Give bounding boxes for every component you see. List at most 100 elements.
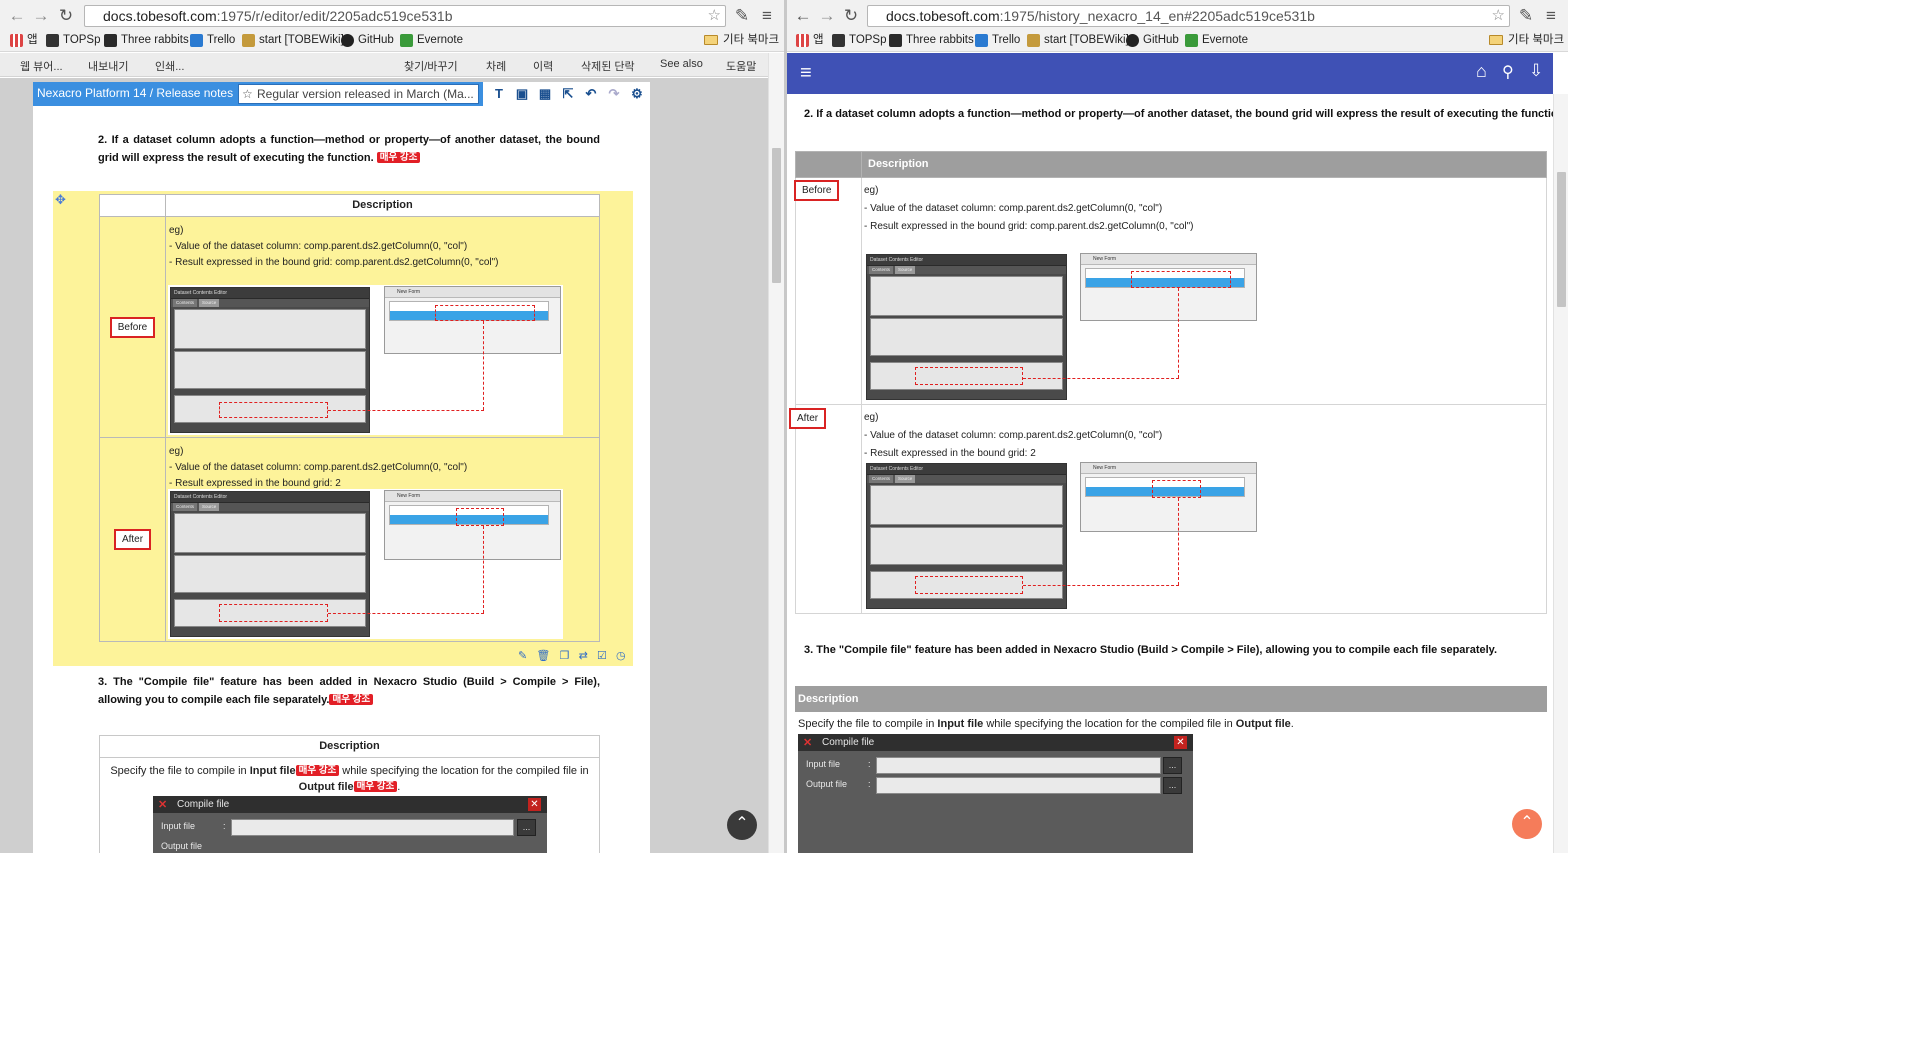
nf-title: New Form [385,491,560,502]
de-tab: Contents [173,299,198,307]
right-address-bar[interactable]: docs.tobesoft.com:1975/history_nexacro_1… [867,5,1510,27]
check-icon[interactable]: ☑ [597,650,607,662]
cf-title: Compile file [822,737,875,748]
after-label: After [113,529,152,550]
move-handle-icon[interactable]: ✥ [55,192,66,208]
table-icon[interactable]: ▦ [537,86,553,102]
scroll-top-button[interactable]: ⌃ [727,810,757,840]
right-scroll-thumb[interactable] [1557,172,1566,307]
bookmark-apps[interactable]: 앱 [10,31,38,49]
bookmark-label: Trello [992,34,1021,46]
left-scroll-thumb[interactable] [772,148,781,283]
cf-input-field [876,757,1161,774]
move-icon[interactable]: ⇄ [579,650,588,662]
bookmark-topsp[interactable]: TOPSp [832,31,887,49]
de-tab: Contents [869,266,894,274]
cf-input-row: Input file : ... [798,757,1193,775]
download-icon[interactable]: ⇩ [1529,61,1543,81]
bookmark-three-rabbits[interactable]: Three rabbits [104,31,189,49]
back-icon[interactable]: ← [794,6,812,26]
home-icon[interactable]: ⌂ [1476,61,1487,82]
menu-history[interactable]: 이력 [533,58,553,74]
left-address-bar[interactable]: docs.tobesoft.com:1975/r/editor/edit/220… [84,5,726,27]
annotation-box [219,604,328,622]
bookmark-evernote[interactable]: Evernote [1185,31,1248,49]
bookmark-label: GitHub [1143,34,1179,46]
desc-text: Specify the file to compile in [798,718,935,730]
eg-line: eg) [864,185,879,196]
bookmark-three-rabbits[interactable]: Three rabbits [889,31,974,49]
annotation-line [1178,288,1179,378]
item-number: 3. [804,644,814,656]
bookmark-other[interactable]: 기타 북마크 [704,31,779,49]
bookmark-trello[interactable]: Trello [190,31,235,49]
settings-gear-icon[interactable]: ⚙ [629,86,645,102]
forward-icon[interactable]: → [818,6,836,26]
extension-icon[interactable]: ✎ [1517,6,1535,26]
text-format-icon[interactable]: T [491,86,507,102]
bookmark-evernote[interactable]: Evernote [400,31,463,49]
edit-pencil-icon[interactable]: ✎ [518,650,527,662]
item-3-paragraph: 3. The "Compile file" feature has been a… [804,641,1549,659]
extension-icon[interactable]: ✎ [733,6,751,26]
copy-icon[interactable]: ❐ [560,650,570,662]
bookmark-star-icon[interactable]: ☆ [708,6,721,26]
cf-title-bar: ✕ Compile file ✕ [798,734,1193,751]
annotation-line [483,321,484,410]
editor-title-bar: Nexacro Platform 14 / Release notes ☆ Re… [33,82,650,106]
bookmark-star-icon[interactable]: ☆ [1492,6,1505,26]
history-clock-icon[interactable]: ◷ [616,650,626,662]
reload-icon[interactable]: ↻ [57,6,75,26]
scroll-top-button[interactable]: ⌃ [1512,809,1542,839]
bookmark-github[interactable]: GitHub [1126,31,1179,49]
back-icon[interactable]: ← [8,6,26,26]
bookmark-apps[interactable]: 앱 [796,31,824,49]
redo-icon[interactable]: ↷ [606,86,622,102]
image-icon[interactable]: ▣ [514,86,530,102]
search-icon[interactable]: ⚲ [1502,62,1514,82]
chrome-menu-icon[interactable]: ≡ [758,6,776,26]
hamburger-menu-icon[interactable]: ≡ [800,62,812,85]
cf-colon: : [868,779,871,789]
emphasis-badge: 매우 강조 [329,694,374,705]
undo-icon[interactable]: ↶ [583,86,599,102]
menu-web-viewer[interactable]: 웹 뷰어... [20,58,63,74]
bookmark-topsp[interactable]: TOPSp [46,31,101,49]
before-cell [795,177,862,405]
bookmark-label: start [TOBEWiki] [1044,34,1129,46]
cf-title-bar: ✕ Compile file ✕ [153,796,547,813]
bookmark-trello[interactable]: Trello [975,31,1020,49]
left-scrollbar[interactable] [768,53,784,853]
cf-output-row: Output file : ... [798,777,1193,795]
bookmark-label: start [TOBEWiki] [259,34,344,46]
bookmark-tobewiki[interactable]: start [TOBEWiki] [1027,31,1129,49]
eg-line: eg) [169,225,184,236]
chrome-menu-icon[interactable]: ≡ [1542,6,1560,26]
bookmark-github[interactable]: GitHub [341,31,394,49]
delete-icon[interactable]: 🗑 [536,650,550,662]
evernote-icon [400,33,413,47]
annotation-line [1023,378,1179,379]
share-icon[interactable]: ⇱ [560,86,576,102]
menu-deleted-paragraphs[interactable]: 삭제된 단락 [581,58,635,74]
menu-see-also[interactable]: See also [660,58,703,70]
doc-title-input[interactable]: ☆ Regular version released in March (Ma.… [238,84,479,104]
desc-bold: Input file [937,718,984,730]
right-chrome-toolbar: ← → ↻ docs.tobesoft.com:1975/history_nex… [787,0,1568,52]
breadcrumb[interactable]: Nexacro Platform 14 / Release notes [37,86,233,100]
menu-export[interactable]: 내보내기 [88,58,128,74]
right-scrollbar[interactable] [1553,94,1568,853]
menu-toc[interactable]: 차례 [486,58,506,74]
bookmark-tobewiki[interactable]: start [TOBEWiki] [242,31,344,49]
bookmark-other[interactable]: 기타 북마크 [1489,31,1564,49]
compile-file-dialog-shot: ✕ Compile file ✕ Input file : ... Output… [153,796,547,853]
forward-icon[interactable]: → [32,6,50,26]
description-header: Description [165,194,600,217]
reload-icon[interactable]: ↻ [842,6,860,26]
menu-find-replace[interactable]: 찾기/바꾸기 [404,58,458,74]
eg-line: eg) [864,412,879,423]
wiki-icon [1027,33,1040,47]
after-cell: After [99,437,166,642]
menu-help[interactable]: 도움말 [726,58,756,74]
menu-print[interactable]: 인쇄... [155,58,184,74]
